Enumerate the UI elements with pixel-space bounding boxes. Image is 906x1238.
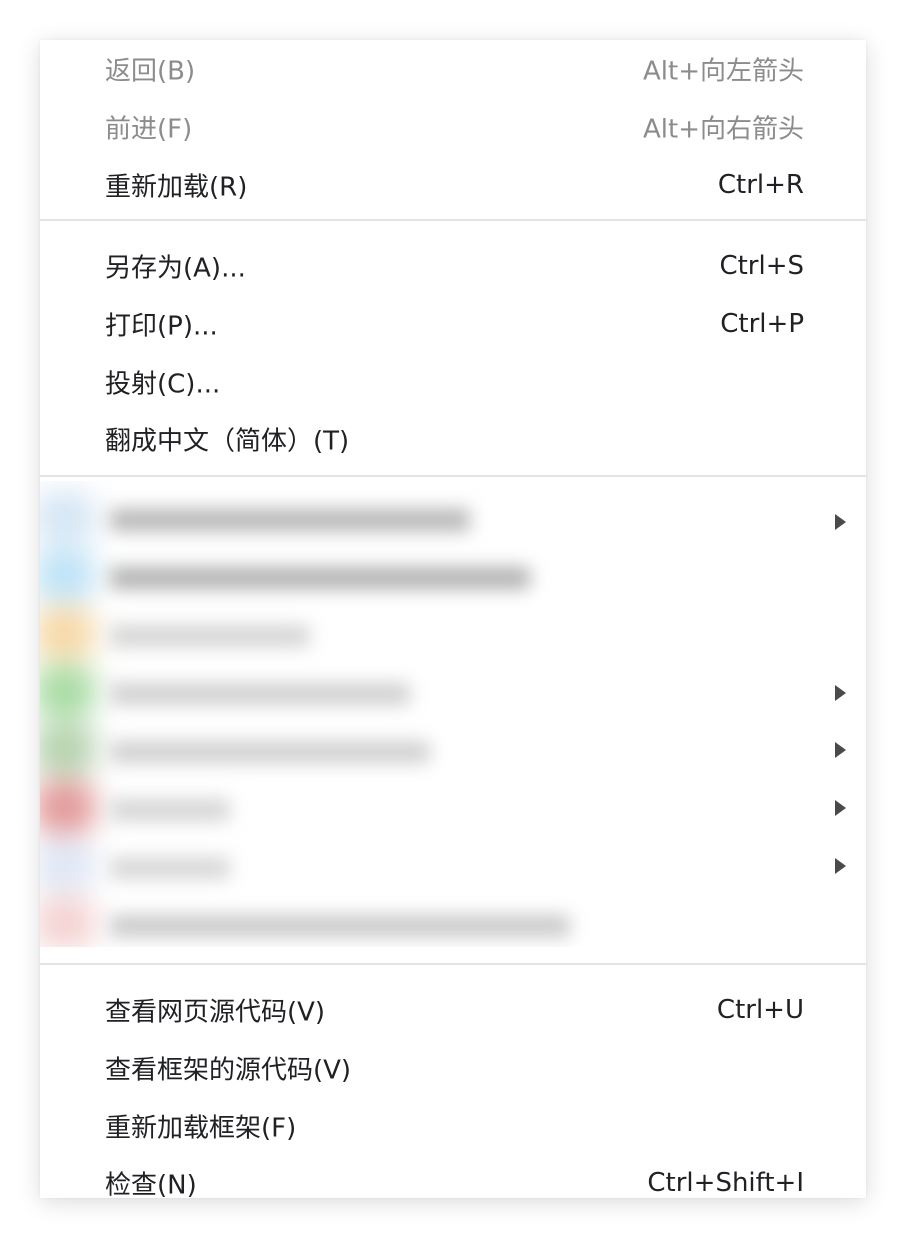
submenu-arrow-icon bbox=[835, 685, 846, 701]
menu-item-shortcut: Ctrl+S bbox=[719, 251, 804, 281]
submenu-arrow-icon bbox=[835, 514, 846, 530]
context-menu: 返回(B) Alt+向左箭头 前进(F) Alt+向右箭头 重新加载(R) Ct… bbox=[40, 40, 866, 1198]
submenu-arrow-icon bbox=[835, 800, 846, 816]
blurred-menu-item[interactable] bbox=[110, 741, 430, 763]
menu-item-label: 投射(C)... bbox=[105, 369, 221, 400]
blurred-menu-item[interactable] bbox=[110, 915, 570, 937]
menu-item-label: 另存为(A)... bbox=[105, 253, 246, 284]
menu-item-label: 翻成中文（简体）(T) bbox=[105, 426, 350, 457]
menu-item-shortcut: Alt+向左箭头 bbox=[643, 56, 804, 87]
menu-item-view-frame-source[interactable]: 查看框架的源代码(V) bbox=[40, 1039, 866, 1097]
menu-separator bbox=[40, 219, 866, 221]
blurred-menu-item[interactable] bbox=[110, 625, 310, 647]
menu-item-inspect[interactable]: 检查(N) Ctrl+Shift+I bbox=[40, 1154, 866, 1198]
menu-item-shortcut: Ctrl+U bbox=[716, 995, 804, 1025]
menu-item-shortcut: Alt+向右箭头 bbox=[643, 114, 804, 145]
menu-item-translate[interactable]: 翻成中文（简体）(T) bbox=[40, 410, 866, 468]
menu-item-shortcut: Ctrl+P bbox=[720, 309, 804, 339]
blurred-menu-item[interactable] bbox=[110, 567, 530, 589]
menu-item-reload[interactable]: 重新加载(R) Ctrl+R bbox=[40, 156, 866, 214]
menu-item-print[interactable]: 打印(P)... Ctrl+P bbox=[40, 295, 866, 353]
menu-item-forward[interactable]: 前进(F) Alt+向右箭头 bbox=[40, 98, 866, 156]
submenu-arrow-icon bbox=[835, 742, 846, 758]
blurred-menu-item[interactable] bbox=[110, 683, 410, 705]
menu-separator bbox=[40, 475, 866, 477]
menu-item-label: 前进(F) bbox=[105, 114, 193, 145]
menu-item-label: 检查(N) bbox=[105, 1170, 197, 1199]
menu-item-shortcut: Ctrl+R bbox=[717, 170, 804, 200]
menu-item-label: 打印(P)... bbox=[105, 311, 218, 342]
menu-item-reload-frame[interactable]: 重新加载框架(F) bbox=[40, 1097, 866, 1155]
blurred-menu-item[interactable] bbox=[110, 799, 230, 821]
menu-item-shortcut: Ctrl+Shift+I bbox=[647, 1168, 804, 1198]
menu-item-label: 重新加载框架(F) bbox=[105, 1113, 297, 1144]
menu-item-cast[interactable]: 投射(C)... bbox=[40, 353, 866, 411]
blurred-labels bbox=[40, 481, 740, 947]
menu-item-label: 返回(B) bbox=[105, 56, 196, 87]
blurred-menu-item[interactable] bbox=[110, 857, 230, 879]
menu-item-back[interactable]: 返回(B) Alt+向左箭头 bbox=[40, 40, 866, 98]
menu-item-view-source[interactable]: 查看网页源代码(V) Ctrl+U bbox=[40, 981, 866, 1039]
menu-item-save-as[interactable]: 另存为(A)... Ctrl+S bbox=[40, 237, 866, 295]
menu-separator bbox=[40, 963, 866, 965]
menu-item-label: 查看框架的源代码(V) bbox=[105, 1055, 352, 1086]
menu-item-label: 重新加载(R) bbox=[105, 172, 248, 203]
blurred-extension-items bbox=[40, 481, 866, 947]
submenu-arrow-icon bbox=[835, 858, 846, 874]
blurred-menu-item[interactable] bbox=[110, 509, 470, 531]
menu-item-label: 查看网页源代码(V) bbox=[105, 997, 326, 1028]
